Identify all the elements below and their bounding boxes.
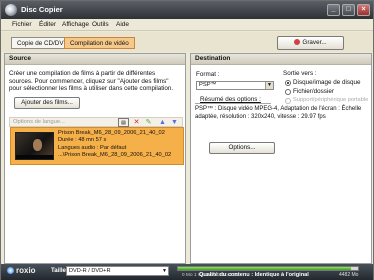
- summary-text: PSP™ : Disque vidéo MPEG-4, Adaptation d…: [195, 106, 361, 121]
- menu-outils[interactable]: Outils: [92, 21, 109, 28]
- move-down-icon[interactable]: ▼: [170, 118, 179, 127]
- burn-label: Graver...: [302, 39, 327, 46]
- disc-size-value: DVD-R / DVD+R: [69, 268, 111, 274]
- source-panel: Source Créer une compilation de films à …: [4, 53, 186, 264]
- output-disc-label: Disque/image de disque: [293, 79, 361, 86]
- instruction-line-3: pour sélectionner les films à utiliser d…: [9, 85, 174, 92]
- source-instructions: Créer une compilation de films à partir …: [9, 70, 173, 93]
- close-icon[interactable]: ×: [357, 4, 370, 16]
- delete-icon[interactable]: ✕: [132, 118, 141, 127]
- status-bar: roxio Taille DVD-R / DVD+R ▼ 0 Mo 1 Go 2…: [1, 264, 373, 280]
- summary-divider: [195, 103, 271, 104]
- output-portable-label: Support/périphérique portable: [293, 97, 369, 103]
- item-language: Langues audio : Par défaut: [58, 144, 127, 151]
- chevron-down-icon: ▼: [265, 82, 273, 89]
- output-file-label: Fichier/dossier: [293, 88, 334, 95]
- menu-affichage[interactable]: Affichage: [62, 21, 89, 28]
- format-value: PSP™: [199, 82, 217, 88]
- burn-icon: [294, 39, 301, 45]
- minimize-icon[interactable]: _: [327, 4, 340, 16]
- add-movies-button[interactable]: Ajouter des films...: [14, 97, 80, 109]
- roxio-logo: roxio: [7, 266, 36, 275]
- instruction-line-2: sources. Pour commencer, cliquez sur "Aj…: [9, 77, 169, 85]
- item-path: ...\Prison Break_M6_28_09_2006_21_40_02: [58, 151, 172, 158]
- language-options-link[interactable]: Options de langue...: [13, 119, 65, 125]
- burn-button[interactable]: Graver...: [277, 36, 344, 50]
- disc-copier-window: Disc Copier _ □ × Fichier Éditer Afficha…: [0, 0, 374, 280]
- instruction-line-1: Créer une compilation de films à partir …: [9, 70, 156, 77]
- brand-text: roxio: [16, 266, 36, 275]
- window-title: Disc Copier: [21, 5, 63, 14]
- item-duration: Durée : 48 mn 57 s: [58, 137, 107, 144]
- format-label: Format :: [196, 71, 220, 78]
- used-size: 4482 Mo: [339, 272, 359, 278]
- edit-icon[interactable]: ▤: [118, 118, 129, 127]
- options-button[interactable]: Options...: [209, 142, 275, 154]
- destination-title: Destination: [191, 54, 371, 65]
- menu-fichier[interactable]: Fichier: [12, 21, 32, 28]
- item-name: Prison Break_M6_28_09_2006_21_40_02: [58, 130, 165, 136]
- summary-line-1: PSP™ : Disque vidéo MPEG-4, Adaptation d…: [195, 106, 362, 112]
- summary-line-2: adaptée, résolution : 320x240, vitesse :…: [195, 113, 326, 120]
- output-label: Sortie vers :: [283, 70, 317, 77]
- disc-icon: [5, 4, 17, 16]
- title-bar: Disc Copier _ □ ×: [1, 1, 373, 19]
- output-disc-radio[interactable]: [285, 80, 291, 86]
- properties-icon[interactable]: ✎: [144, 118, 153, 127]
- format-select[interactable]: PSP™ ▼: [196, 81, 274, 90]
- chevron-down-icon: ▼: [162, 268, 167, 274]
- tab-video-compilation[interactable]: Compilation de vidéo: [64, 37, 135, 49]
- tab-strip: Copie de CD/DVD Compilation de vidéo Gra…: [1, 32, 373, 52]
- capacity-progress-fill: [178, 267, 351, 270]
- maximize-icon[interactable]: □: [342, 4, 355, 16]
- item-details: Prison Break_M6_28_09_2006_21_40_02 Duré…: [58, 130, 171, 159]
- menu-editer[interactable]: Éditer: [39, 21, 56, 28]
- output-file-radio[interactable]: [285, 89, 291, 95]
- quality-status: Qualité du contenu : Identique à l'origi…: [199, 272, 309, 278]
- output-portable-radio: [285, 98, 291, 104]
- menu-bar: Fichier Éditer Affichage Outils Aide: [1, 19, 373, 31]
- size-label: Taille: [51, 268, 66, 274]
- roxio-logo-icon: [7, 267, 14, 274]
- item-toolbar: Options de langue... ▤ ✕ ✎ ▲ ▼: [9, 117, 183, 127]
- move-up-icon[interactable]: ▲: [158, 118, 167, 127]
- menu-aide[interactable]: Aide: [116, 21, 129, 28]
- source-title: Source: [5, 54, 185, 65]
- disc-size-select[interactable]: DVD-R / DVD+R ▼: [66, 266, 169, 276]
- list-item[interactable]: Prison Break_M6_28_09_2006_21_40_02 Duré…: [10, 127, 184, 165]
- destination-panel: Destination Format : PSP™ ▼ Sortie vers …: [190, 53, 372, 264]
- capacity-progress-bar: [177, 266, 359, 271]
- video-thumbnail: [15, 132, 54, 160]
